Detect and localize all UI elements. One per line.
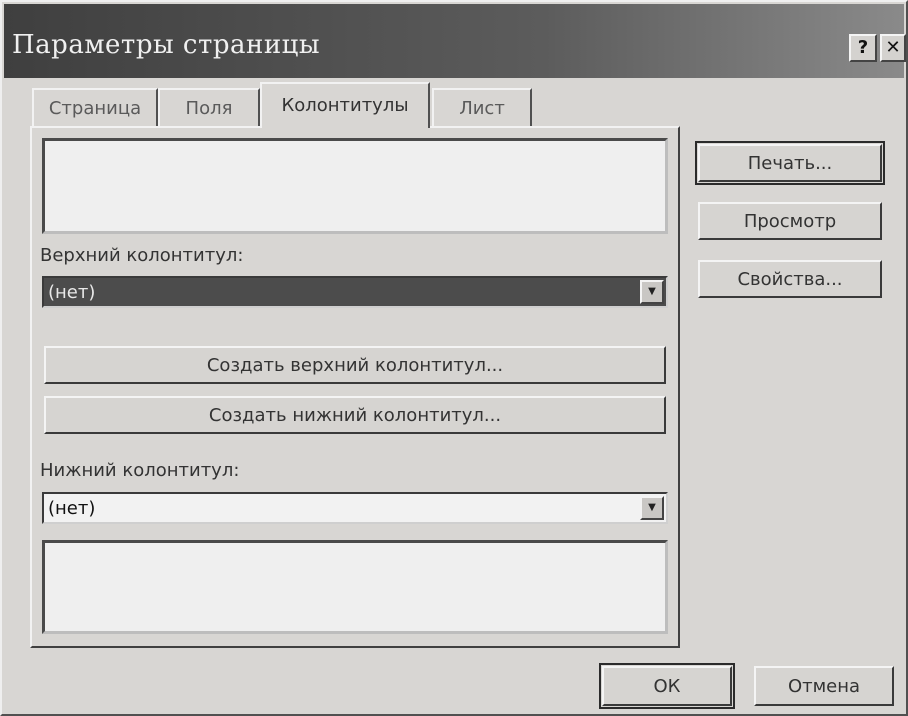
chevron-down-icon[interactable]: ▼ xyxy=(640,496,664,520)
cancel-button[interactable]: Отмена xyxy=(754,666,894,706)
footer-preview xyxy=(42,540,668,634)
create-header-button[interactable]: Создать верхний колонтитул... xyxy=(44,346,666,384)
chevron-down-icon[interactable]: ▼ xyxy=(640,280,664,304)
footer-select[interactable]: (нет) ▼ xyxy=(42,492,668,524)
preview-button[interactable]: Просмотр xyxy=(698,202,882,240)
print-button[interactable]: Печать... xyxy=(695,141,885,185)
question-mark-icon: ? xyxy=(857,37,869,58)
window-title: Параметры страницы xyxy=(12,30,321,60)
tab-margins[interactable]: Поля xyxy=(158,88,260,128)
close-button[interactable]: ✕ xyxy=(880,34,906,62)
help-button[interactable]: ? xyxy=(849,34,877,62)
tab-panel-header-footer: Верхний колонтитул: (нет) ▼ Создать верх… xyxy=(30,126,680,648)
tab-header-footer[interactable]: Колонтитулы xyxy=(260,82,430,128)
ok-button[interactable]: ОК xyxy=(599,663,735,709)
header-preview xyxy=(42,138,668,234)
header-label: Верхний колонтитул: xyxy=(40,245,244,266)
create-footer-button[interactable]: Создать нижний колонтитул... xyxy=(44,396,666,434)
page-setup-dialog: Параметры страницы ? ✕ Страница Поля Кол… xyxy=(0,0,908,716)
footer-select-value: (нет) xyxy=(48,498,96,519)
properties-button[interactable]: Свойства... xyxy=(698,260,882,298)
header-select-value: (нет) xyxy=(48,282,96,303)
footer-label: Нижний колонтитул: xyxy=(40,460,240,481)
tab-page[interactable]: Страница xyxy=(32,88,158,128)
tab-sheet[interactable]: Лист xyxy=(432,88,532,128)
close-icon: ✕ xyxy=(885,37,901,58)
header-select[interactable]: (нет) ▼ xyxy=(42,276,668,308)
title-bar[interactable]: Параметры страницы ? ✕ xyxy=(4,4,906,78)
